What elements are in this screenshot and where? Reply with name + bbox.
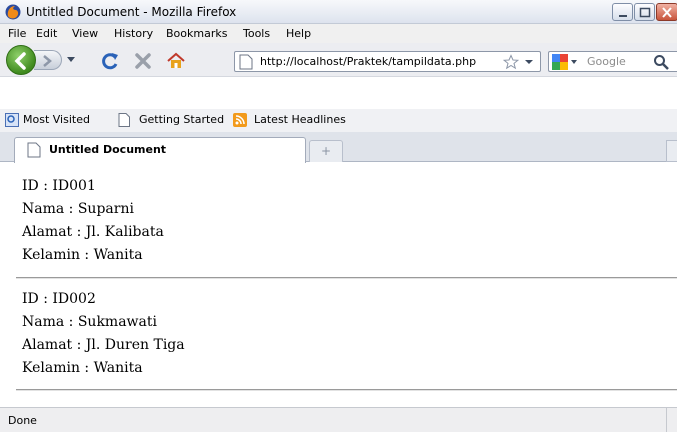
menu-history[interactable]: History [114, 27, 153, 40]
maximize-button[interactable] [634, 3, 655, 21]
search-engine-icon[interactable] [552, 54, 568, 70]
record-alamat: Alamat : Jl. Duren Tiga [22, 337, 185, 353]
bookmark-star-icon[interactable] [503, 54, 519, 70]
window-titlebar: Untitled Document - Mozilla Firefox [0, 0, 677, 24]
firefox-icon [5, 4, 21, 20]
page-icon [239, 54, 253, 70]
menu-bookmarks[interactable]: Bookmarks [166, 27, 227, 40]
navigation-toolbar: http://localhost/Praktek/tampildata.php … [0, 43, 677, 77]
record-1: ID : ID001 Nama : Suparni Alamat : Jl. K… [22, 175, 662, 267]
most-visited-icon [5, 113, 19, 127]
search-placeholder[interactable]: Google [587, 55, 626, 68]
getting-started-page-icon [118, 113, 130, 127]
record-kelamin: Kelamin : Wanita [22, 247, 143, 263]
tab-page-icon [27, 142, 41, 158]
record-nama: Nama : Sukmawati [22, 314, 157, 330]
history-dropdown-icon[interactable] [66, 52, 76, 66]
close-icon [662, 7, 672, 18]
close-button[interactable] [656, 3, 677, 21]
record-nama: Nama : Suparni [22, 201, 134, 217]
record-alamat: Alamat : Jl. Kalibata [22, 224, 164, 240]
tab-label: Untitled Document [49, 143, 167, 156]
menu-tools[interactable]: Tools [243, 27, 270, 40]
back-arrow-icon [14, 52, 26, 70]
minimize-button[interactable] [612, 3, 633, 21]
bookmark-most-visited[interactable]: Most Visited [23, 113, 90, 126]
minimize-icon [619, 15, 627, 17]
bookmark-getting-started[interactable]: Getting Started [139, 113, 224, 126]
page-content: ID : ID001 Nama : Suparni Alamat : Jl. K… [0, 163, 677, 407]
record-kelamin: Kelamin : Wanita [22, 360, 143, 376]
record-id: ID : ID001 [22, 178, 96, 194]
menu-view[interactable]: View [72, 27, 98, 40]
forward-arrow-icon [43, 55, 52, 67]
divider [16, 389, 677, 391]
status-bar: Done [0, 407, 677, 432]
menu-edit[interactable]: Edit [36, 27, 57, 40]
bookmarks-toolbar: Most Visited Getting Started Latest Head… [0, 109, 677, 132]
menu-bar: File Edit View History Bookmarks Tools H… [0, 24, 677, 43]
status-separator [666, 408, 667, 432]
forward-button[interactable] [34, 50, 62, 70]
tab-untitled-document[interactable]: Untitled Document [14, 137, 306, 163]
tab-list-button[interactable] [666, 140, 677, 162]
window-title: Untitled Document - Mozilla Firefox [26, 5, 237, 19]
menu-help[interactable]: Help [286, 27, 311, 40]
maximize-icon [639, 7, 651, 18]
bookmark-latest-headlines[interactable]: Latest Headlines [254, 113, 346, 126]
home-icon[interactable] [166, 51, 186, 71]
url-text[interactable]: http://localhost/Praktek/tampildata.php [260, 55, 476, 68]
record-2: ID : ID002 Nama : Sukmawati Alamat : Jl.… [22, 288, 662, 380]
stop-icon[interactable] [133, 51, 153, 71]
engine-dropdown-icon[interactable] [571, 59, 577, 65]
divider [16, 277, 677, 279]
new-tab-button[interactable]: + [309, 140, 343, 162]
status-text: Done [8, 414, 37, 427]
address-bar[interactable]: http://localhost/Praktek/tampildata.php [234, 51, 541, 72]
back-button[interactable] [6, 45, 36, 75]
search-icon[interactable] [653, 54, 669, 70]
record-id: ID : ID002 [22, 291, 96, 307]
rss-feed-icon [233, 113, 247, 127]
url-dropdown-icon[interactable] [525, 58, 533, 66]
new-tab-icon: + [320, 144, 332, 158]
reload-icon[interactable] [100, 51, 120, 71]
tab-strip: Untitled Document + [0, 132, 677, 163]
search-bar[interactable]: Google [548, 51, 677, 72]
menu-file[interactable]: File [8, 27, 26, 40]
